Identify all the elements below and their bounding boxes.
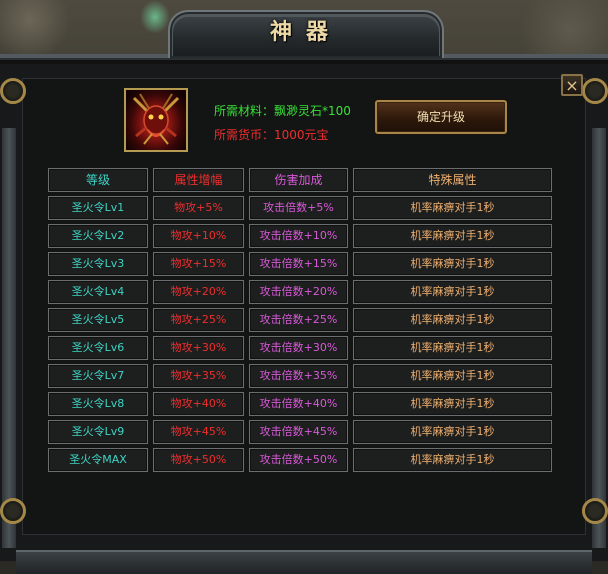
row-4-special: 机率麻痹对手1秒 [353, 280, 552, 304]
corner-ornament-top-left [0, 78, 26, 104]
row-3-damage: 攻击倍数+15% [249, 252, 348, 276]
row-1-level: 圣火令Lv1 [48, 196, 148, 220]
row-5-level: 圣火令Lv5 [48, 308, 148, 332]
dialog-title: 神器 [269, 19, 342, 45]
row-1-damage: 攻击倍数+5% [249, 196, 348, 220]
header-level: 等级 [48, 168, 148, 192]
row-5-attribute: 物攻+25% [153, 308, 244, 332]
row-8-damage: 攻击倍数+40% [249, 392, 348, 416]
row-7-attribute: 物攻+35% [153, 364, 244, 388]
row-8-level: 圣火令Lv8 [48, 392, 148, 416]
corner-ornament-bottom-right [582, 498, 608, 524]
header-special-attribute: 特殊属性 [353, 168, 552, 192]
row-4-attribute: 物攻+20% [153, 280, 244, 304]
row-5-special: 机率麻痹对手1秒 [353, 308, 552, 332]
row-2-damage: 攻击倍数+10% [249, 224, 348, 248]
row-4-damage: 攻击倍数+20% [249, 280, 348, 304]
row-9-damage: 攻击倍数+45% [249, 420, 348, 444]
row-10-damage: 攻击倍数+50% [249, 448, 348, 472]
row-4-level: 圣火令Lv4 [48, 280, 148, 304]
row-3-special: 机率麻痹对手1秒 [353, 252, 552, 276]
row-6-attribute: 物攻+30% [153, 336, 244, 360]
row-2-special: 机率麻痹对手1秒 [353, 224, 552, 248]
row-10-level: 圣火令MAX [48, 448, 148, 472]
row-6-special: 机率麻痹对手1秒 [353, 336, 552, 360]
row-7-level: 圣火令Lv7 [48, 364, 148, 388]
required-currency-text: 所需货币：1000元宝 [214, 128, 329, 142]
row-9-special: 机率麻痹对手1秒 [353, 420, 552, 444]
row-7-special: 机率麻痹对手1秒 [353, 364, 552, 388]
frame-left-pillar [2, 128, 16, 548]
row-1-attribute: 物攻+5% [153, 196, 244, 220]
row-3-level: 圣火令Lv3 [48, 252, 148, 276]
row-10-attribute: 物攻+50% [153, 448, 244, 472]
demon-artifact-icon [124, 88, 188, 152]
demon-artifact-art [132, 93, 180, 145]
header-damage-bonus: 伤害加成 [249, 168, 348, 192]
header-attribute-boost: 属性增幅 [153, 168, 244, 192]
row-8-attribute: 物攻+40% [153, 392, 244, 416]
row-2-attribute: 物攻+10% [153, 224, 244, 248]
row-7-damage: 攻击倍数+35% [249, 364, 348, 388]
confirm-upgrade-button[interactable]: 确定升级 [375, 100, 507, 134]
row-9-attribute: 物攻+45% [153, 420, 244, 444]
row-2-level: 圣火令Lv2 [48, 224, 148, 248]
close-button[interactable]: × [561, 74, 583, 96]
corner-ornament-top-right [582, 78, 608, 104]
row-8-special: 机率麻痹对手1秒 [353, 392, 552, 416]
row-6-damage: 攻击倍数+30% [249, 336, 348, 360]
row-5-damage: 攻击倍数+25% [249, 308, 348, 332]
row-9-level: 圣火令Lv9 [48, 420, 148, 444]
dialog-bottom-bar [16, 550, 592, 574]
row-10-special: 机率麻痹对手1秒 [353, 448, 552, 472]
background-glow [140, 0, 170, 34]
frame-right-pillar [592, 128, 606, 548]
row-1-special: 机率麻痹对手1秒 [353, 196, 552, 220]
row-6-level: 圣火令Lv6 [48, 336, 148, 360]
corner-ornament-bottom-left [0, 498, 26, 524]
row-3-attribute: 物攻+15% [153, 252, 244, 276]
required-material-text: 所需材料：飘渺灵石*100 [214, 104, 351, 118]
